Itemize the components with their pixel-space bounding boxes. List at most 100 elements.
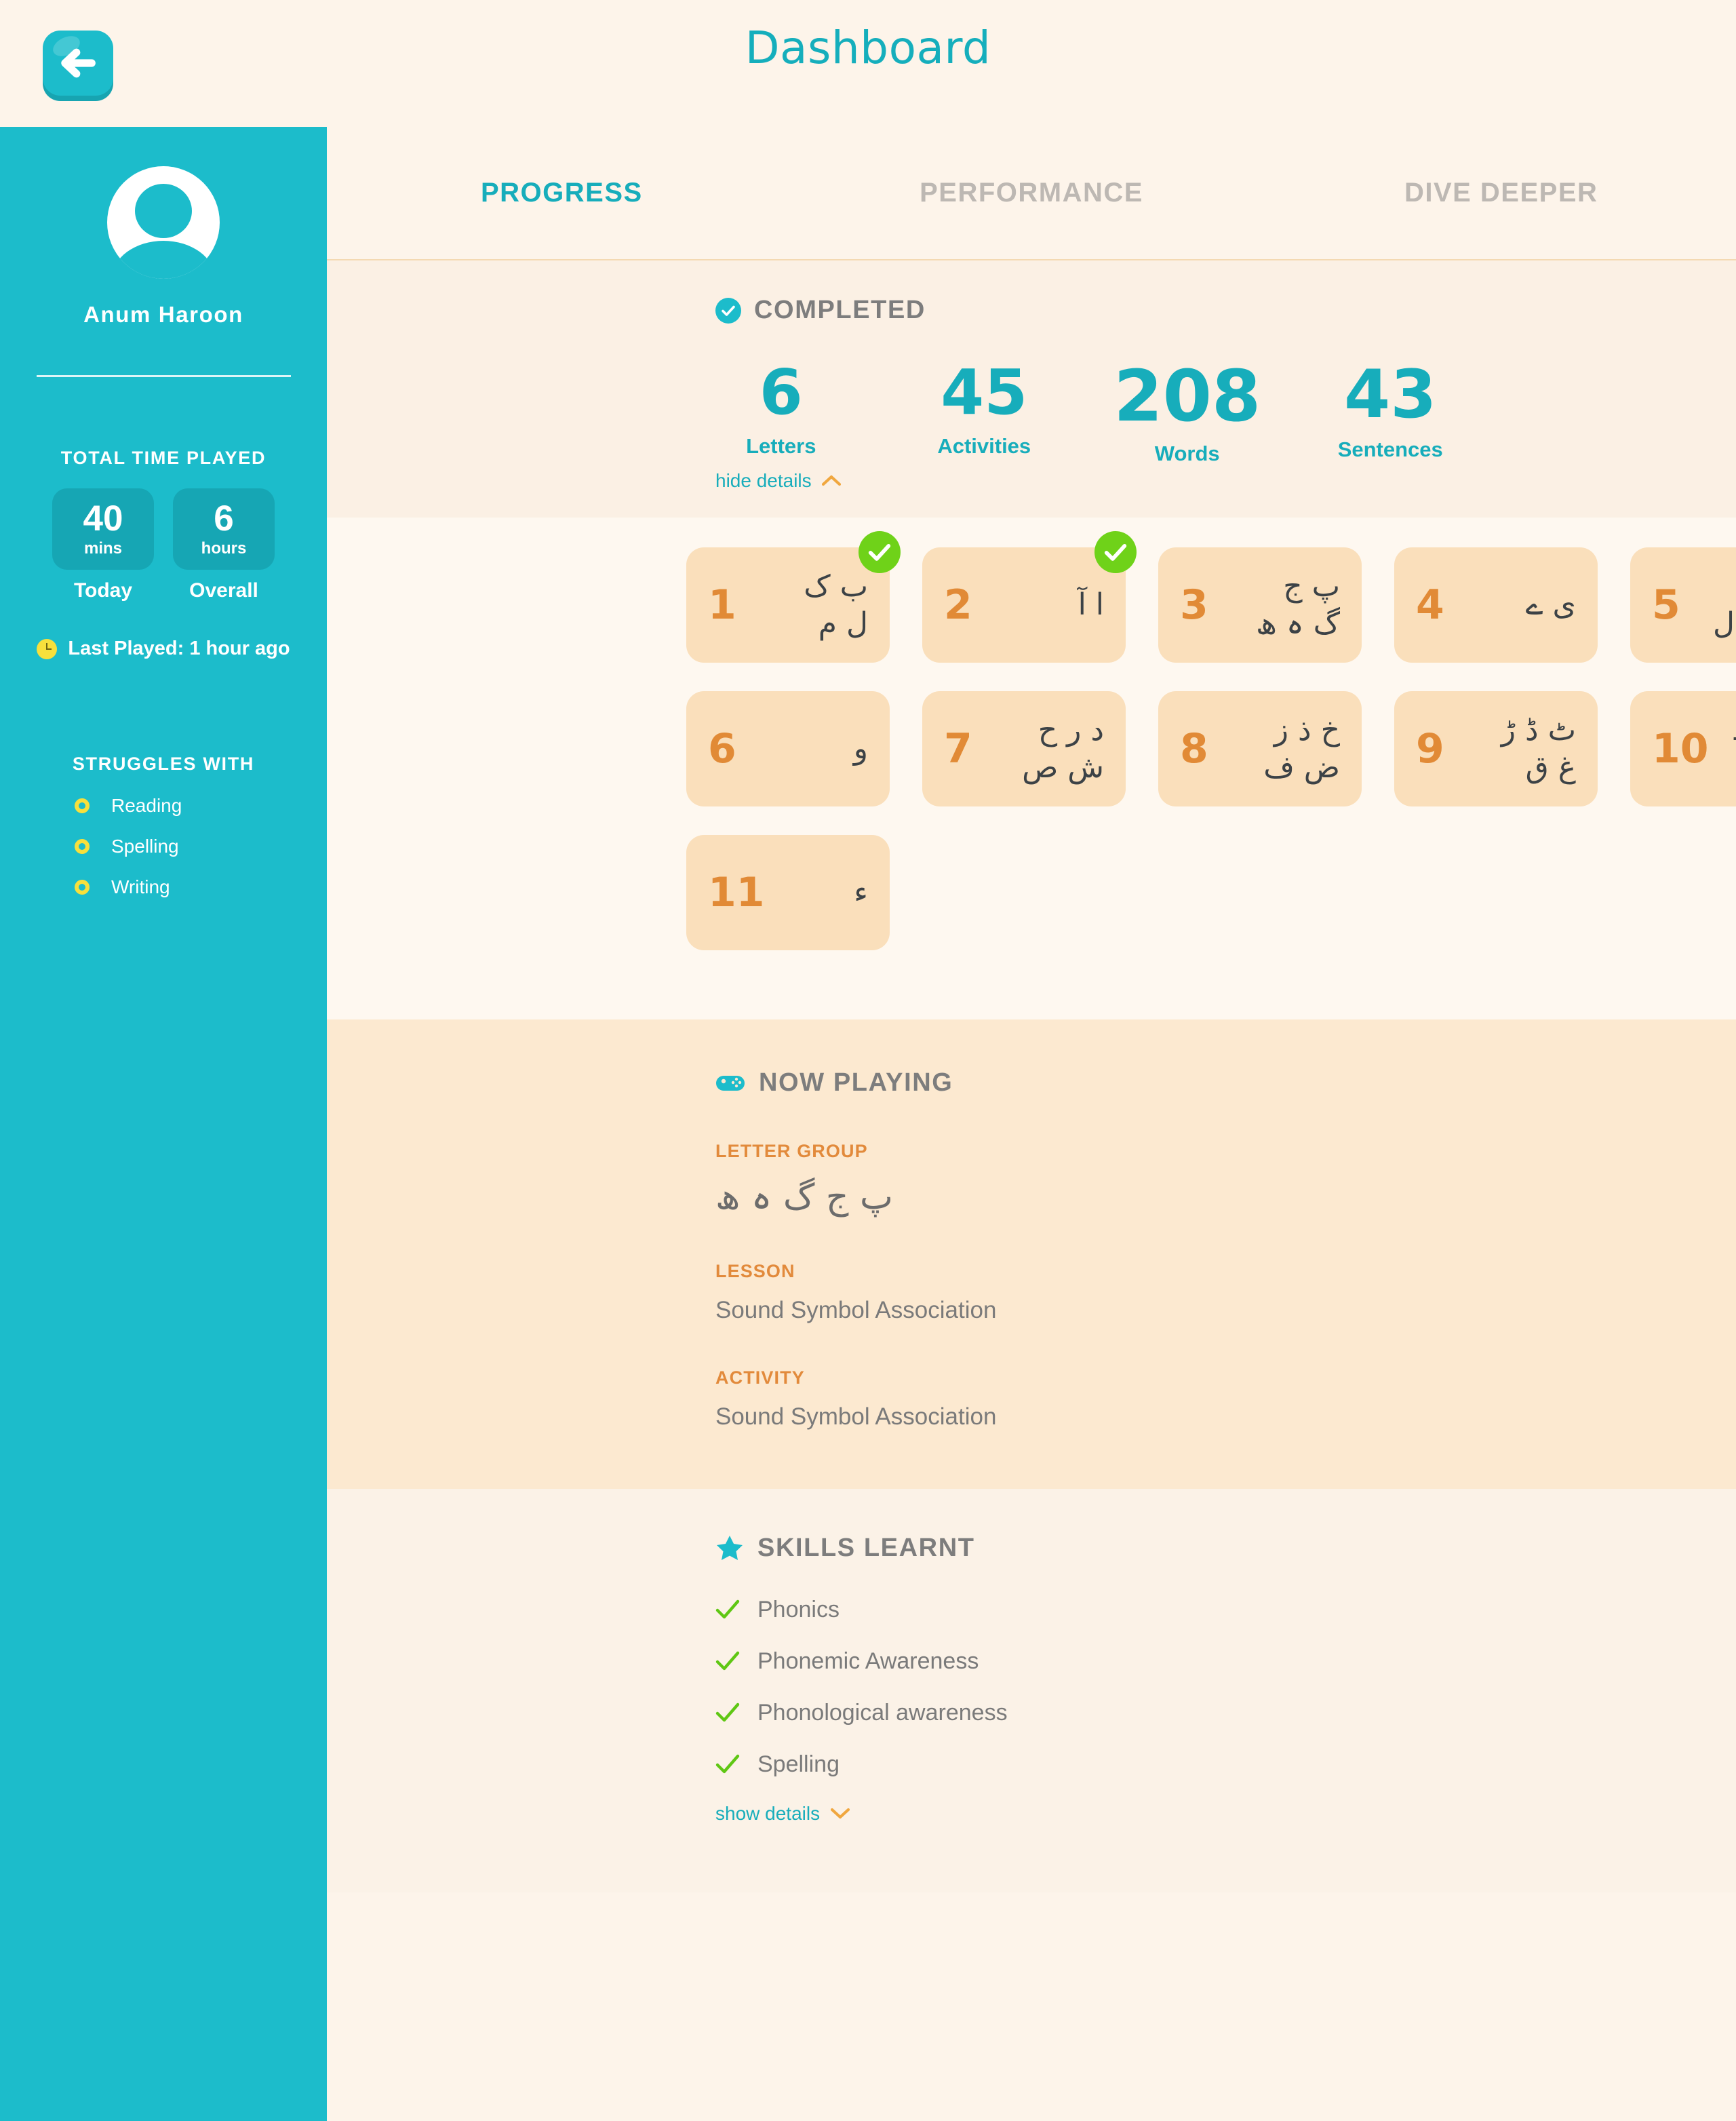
check-icon: [715, 1651, 740, 1671]
letter-group-index: 1: [708, 581, 736, 629]
last-played-text: Last Played: 1 hour ago: [68, 638, 290, 659]
sidebar: Anum Haroon TOTAL TIME PLAYED 40 mins To…: [0, 127, 327, 2121]
letter-group-letters: ث ژ طظ ع: [1732, 712, 1736, 786]
letter-group-card[interactable]: 1 ب کل م: [686, 530, 901, 663]
time-today-unit: mins: [83, 539, 122, 558]
letter-group-index: 9: [1416, 724, 1444, 773]
chevron-down-icon: [830, 1808, 850, 1819]
list-item: Writing: [75, 876, 327, 898]
skill-label: Phonics: [757, 1596, 840, 1622]
letter-group-card[interactable]: 3 پ جگ ہ ھ: [1158, 547, 1362, 663]
skill-label: Phonological awareness: [757, 1699, 1008, 1726]
check-icon: [715, 1702, 740, 1723]
user-avatar-icon: [107, 166, 220, 279]
letter-group-card[interactable]: 5 ت چس ن ل: [1630, 547, 1736, 663]
chevron-up-icon: [821, 475, 841, 486]
letter-group-index: 7: [944, 724, 972, 773]
time-today-label: Today: [73, 579, 133, 602]
check-icon: [715, 1754, 740, 1774]
letter-group-index: 3: [1180, 581, 1208, 629]
stat-words: 208 Words: [1086, 355, 1289, 466]
hide-details-toggle[interactable]: hide details: [327, 470, 1736, 518]
letter-group-letters: ب کل م: [804, 568, 868, 641]
check-icon: [715, 1599, 740, 1620]
time-overall-unit: hours: [201, 539, 247, 558]
letter-group-card[interactable]: 8 خ ذ زض ف: [1158, 690, 1362, 806]
time-overall-value: 6: [214, 498, 234, 539]
letter-group-card[interactable]: 4 ی ے: [1394, 547, 1598, 663]
stat-letters: 6 Letters: [679, 362, 883, 466]
page-title: Dashboard: [745, 22, 991, 74]
tab-performance[interactable]: PERFORMANCE: [797, 178, 1267, 208]
dashboard-page: Dashboard Anum Haroon TOTAL TIME PLAYED …: [0, 0, 1736, 2121]
stat-words-label: Words: [1154, 441, 1220, 465]
letter-group-index: 11: [708, 868, 765, 916]
list-item: Phonological awareness: [715, 1700, 1736, 1726]
struggles-list: Reading Spelling Writing: [0, 795, 327, 898]
now-playing-header: NOW PLAYING: [715, 1068, 1736, 1097]
skills-title: SKILLS LEARNT: [757, 1533, 975, 1562]
letter-group-card[interactable]: 10 ث ژ طظ ع: [1630, 690, 1736, 806]
letter-group-label: LETTER GROUP: [715, 1140, 868, 1161]
completed-section: COMPLETED 6 Letters 45 Activities 208 Wo…: [327, 260, 1736, 518]
skill-label: Spelling: [757, 1751, 840, 1777]
time-today-value: 40: [83, 498, 123, 539]
letter-group-index: 4: [1416, 581, 1444, 629]
letter-group-card[interactable]: 6و: [686, 690, 890, 806]
stat-activities: 45 Activities: [883, 356, 1086, 466]
show-details-toggle[interactable]: show details: [715, 1803, 1736, 1825]
main-content: PROGRESS PERFORMANCE DIVE DEEPER COMPLET…: [327, 127, 1736, 2121]
stat-sentences: 43 Sentences: [1289, 356, 1493, 466]
stat-sentences-value: 43: [1344, 356, 1437, 433]
list-item: Phonemic Awareness: [715, 1648, 1736, 1675]
letter-group-card[interactable]: 2 ا آ: [922, 530, 1137, 663]
list-item: Phonics: [715, 1597, 1736, 1623]
time-overall-label: Overall: [189, 579, 258, 602]
lesson-label: LESSON: [715, 1260, 795, 1281]
skills-list: Phonics Phonemic Awareness Phonological aw…: [715, 1597, 1736, 1778]
letter-group-letters: ت چس ن ل: [1713, 606, 1736, 641]
letter-group-letters: ی ے: [1525, 587, 1576, 623]
now-playing-title: NOW PLAYING: [759, 1068, 953, 1097]
letter-group-card[interactable]: 11 ء: [686, 834, 890, 950]
total-time-caption: TOTAL TIME PLAYED: [60, 448, 267, 468]
top-bar: Dashboard: [0, 0, 1736, 127]
skills-learnt-section: SKILLS LEARNT Phonics Phonemic Awareness P…: [327, 1488, 1736, 1892]
letter-groups-grid: 1ب کل م2ا آ3پ جگ ہ ھ4ی ے5ت چس ن ل 6و7د ر…: [327, 517, 1736, 1019]
letter-group-index: 10: [1652, 724, 1709, 773]
star-icon: [715, 1534, 744, 1561]
letter-group-card[interactable]: 7 د ر حش ص: [922, 690, 1126, 806]
last-played: Last Played: 1 hour ago: [0, 638, 327, 660]
letter-group-letters: ء: [854, 875, 868, 910]
letter-group-value: پ ج گ ہ ھ: [715, 1176, 893, 1218]
stat-words-value: 208: [1113, 355, 1261, 437]
letter-group-index: 5: [1652, 581, 1680, 629]
sidebar-divider: [36, 375, 291, 377]
bullet-ring-icon: [75, 839, 90, 854]
letter-group-card[interactable]: 9 ٹ ڈ ڑغ ق: [1394, 690, 1598, 806]
letter-group-index: 6: [708, 724, 736, 773]
time-overall: 6 hours Overall: [173, 488, 275, 602]
completed-check-icon: [859, 530, 901, 573]
now-playing-section: NOW PLAYING LETTER GROUP پ ج گ ہ ھ LESSO…: [327, 1019, 1736, 1489]
list-item: Spelling: [75, 836, 327, 857]
completed-header: COMPLETED: [327, 296, 1736, 325]
tab-dive-deeper[interactable]: DIVE DEEPER: [1266, 178, 1736, 208]
letter-group-letters: و: [853, 731, 868, 766]
struggle-label: Reading: [111, 795, 182, 816]
bullet-ring-icon: [75, 798, 90, 813]
letter-group-letters: ٹ ڈ ڑغ ق: [1501, 712, 1576, 785]
tab-bar: PROGRESS PERFORMANCE DIVE DEEPER: [327, 127, 1736, 260]
tab-progress[interactable]: PROGRESS: [327, 178, 797, 208]
completed-stats: 6 Letters 45 Activities 208 Words 43 Sen…: [327, 355, 1736, 466]
stat-activities-value: 45: [941, 356, 1028, 429]
clock-icon: [37, 638, 58, 659]
lesson-value: Sound Symbol Association: [715, 1296, 997, 1323]
letter-group-letters: پ جگ ہ ھ: [1256, 568, 1340, 641]
stat-sentences-label: Sentences: [1337, 437, 1443, 462]
hide-details-label: hide details: [715, 469, 812, 491]
skill-label: Phonemic Awareness: [757, 1648, 979, 1674]
show-details-label: show details: [715, 1802, 821, 1824]
stat-activities-label: Activities: [937, 433, 1031, 458]
struggles-caption: STRUGGLES WITH: [72, 754, 255, 774]
